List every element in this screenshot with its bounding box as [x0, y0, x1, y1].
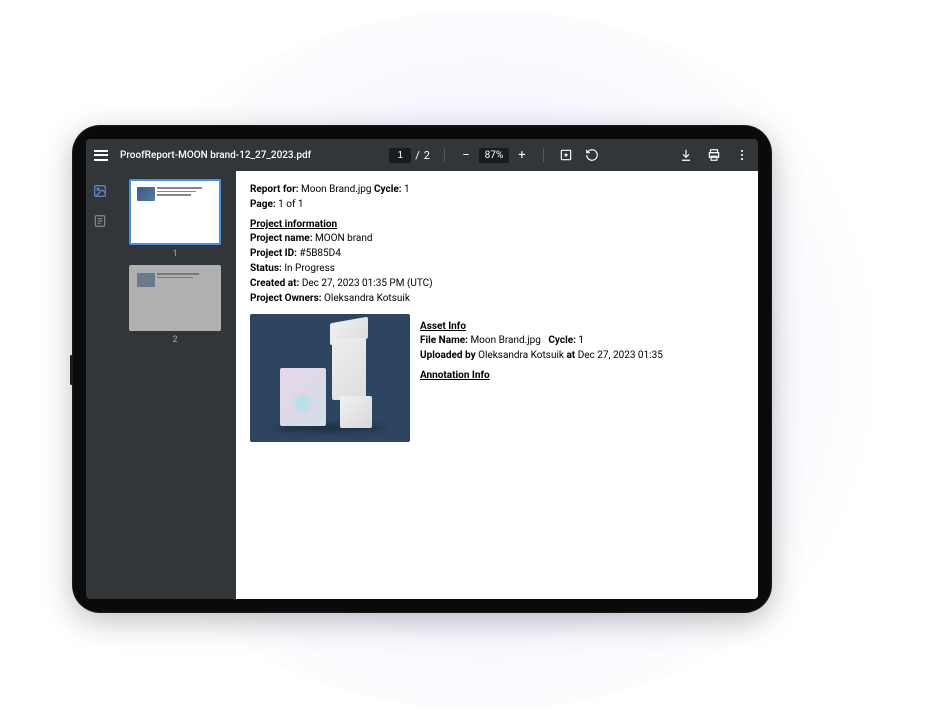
screen: ProofReport-MOON brand-12_27_2023.pdf / …: [86, 139, 758, 599]
toolbar-divider: [543, 148, 544, 162]
zoom-control: − 87% +: [459, 148, 529, 163]
uploaded-by-line: Uploaded by Oleksandra Kotsuik at Dec 27…: [420, 349, 744, 363]
page-control: / 2: [389, 148, 430, 163]
document-view[interactable]: Report for: Moon Brand.jpg Cycle: 1 Page…: [236, 171, 758, 599]
thumbnail-item[interactable]: 2: [122, 265, 228, 345]
page-label: Page:: [250, 199, 276, 210]
left-rail: [86, 171, 114, 599]
page-number-input[interactable]: [389, 148, 411, 163]
status-line: Status: In Progress: [250, 262, 744, 276]
asset-file-name-line: File Name: Moon Brand.jpg Cycle: 1: [420, 334, 744, 348]
fit-to-page-icon[interactable]: [558, 147, 574, 163]
asset-info: Asset Info File Name: Moon Brand.jpg Cyc…: [420, 314, 744, 442]
toolbar-divider: [444, 148, 445, 162]
zoom-in-button[interactable]: +: [515, 148, 529, 162]
tablet-side-button: [70, 355, 73, 385]
annotation-info-title: Annotation Info: [420, 369, 744, 383]
zoom-level[interactable]: 87%: [479, 148, 509, 163]
created-at-line: Created at: Dec 27, 2023 01:35 PM (UTC): [250, 277, 744, 291]
report-for-value: Moon Brand.jpg: [301, 184, 371, 195]
thumbnail-item[interactable]: 1: [122, 179, 228, 259]
asset-row: Asset Info File Name: Moon Brand.jpg Cyc…: [250, 314, 744, 442]
report-header-line: Report for: Moon Brand.jpg Cycle: 1: [250, 183, 744, 197]
page-total: 2: [424, 149, 430, 162]
tablet-frame: ProofReport-MOON brand-12_27_2023.pdf / …: [72, 125, 772, 613]
report-for-label: Report for:: [250, 184, 299, 195]
toolbar-right: [678, 147, 750, 163]
thumbnail-label: 2: [172, 335, 177, 345]
asset-preview-image: [250, 314, 410, 442]
asset-info-title: Asset Info: [420, 320, 744, 334]
outline-tab-icon[interactable]: [92, 213, 108, 229]
more-options-icon[interactable]: [734, 147, 750, 163]
cycle-value: 1: [404, 184, 410, 195]
thumbnail-preview: [129, 179, 221, 245]
thumbnail-label: 1: [172, 249, 177, 259]
file-title: ProofReport-MOON brand-12_27_2023.pdf: [120, 150, 311, 161]
page-value: 1 of 1: [278, 199, 303, 210]
rotate-icon[interactable]: [584, 147, 600, 163]
download-icon[interactable]: [678, 147, 694, 163]
pdf-toolbar: ProofReport-MOON brand-12_27_2023.pdf / …: [86, 139, 758, 171]
project-id-line: Project ID: #5B85D4: [250, 247, 744, 261]
project-name-line: Project name: MOON brand: [250, 232, 744, 246]
owners-line: Project Owners: Oleksandra Kotsuik: [250, 292, 744, 306]
project-info-title: Project information: [250, 218, 744, 232]
main-area: 1 2: [86, 171, 758, 599]
thumbnail-panel: 1 2: [114, 171, 236, 599]
thumbnail-preview: [129, 265, 221, 331]
cycle-label: Cycle:: [374, 184, 402, 195]
menu-icon[interactable]: [94, 147, 110, 163]
page-separator: /: [415, 149, 420, 162]
page-line: Page: 1 of 1: [250, 198, 744, 212]
zoom-out-button[interactable]: −: [459, 148, 473, 162]
print-icon[interactable]: [706, 147, 722, 163]
thumbnails-tab-icon[interactable]: [92, 183, 108, 199]
